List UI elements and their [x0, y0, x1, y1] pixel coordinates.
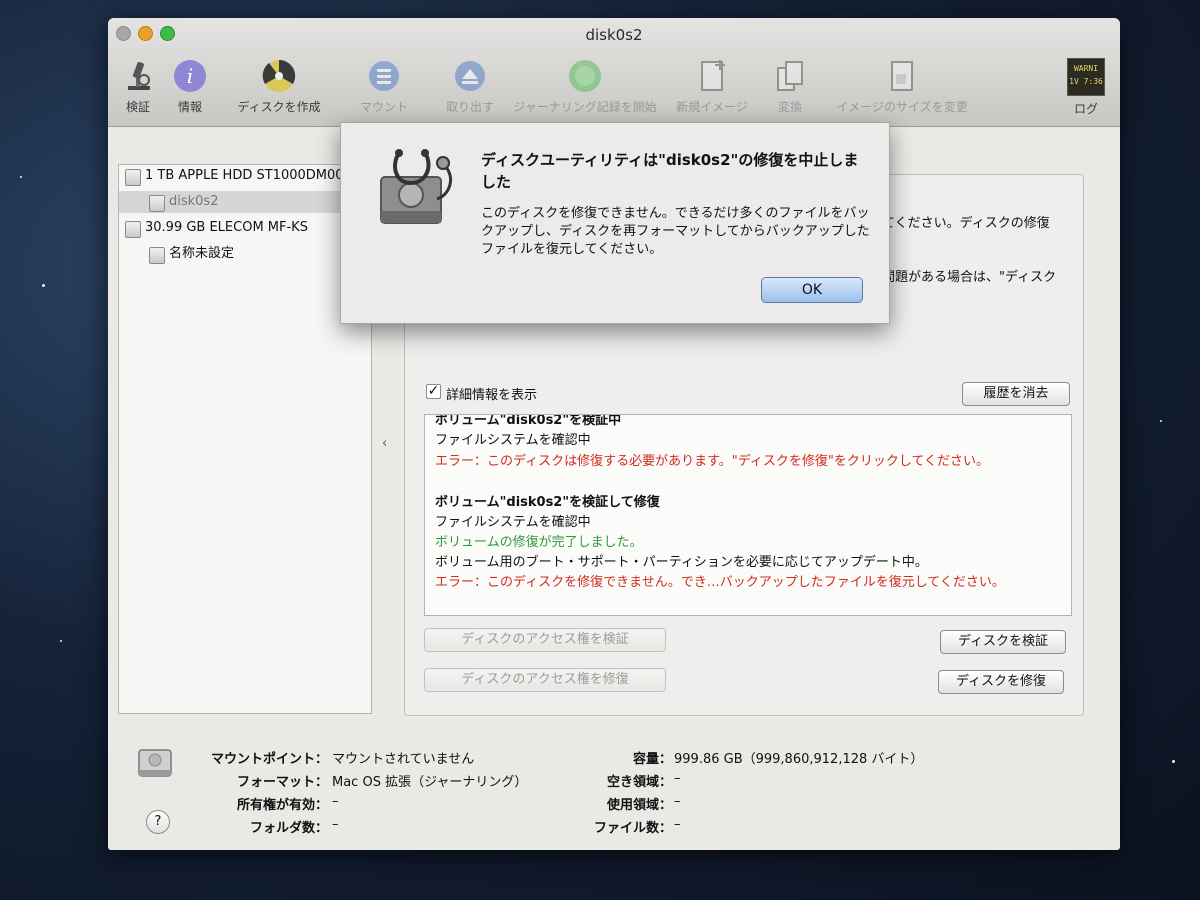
toolbar-label: ジャーナリング記録を開始 — [513, 100, 657, 114]
alert-title: ディスクユーティリティは"disk0s2"の修復を中止しました — [481, 151, 859, 191]
toolbar-label: 取り出す — [445, 100, 494, 114]
disk-utility-icon — [371, 143, 461, 233]
toolbar-label: 変換 — [777, 100, 802, 114]
repair-failed-alert: ディスクユーティリティは"disk0s2"の修復を中止しました このディスクを修… — [340, 122, 890, 324]
log-line: ボリューム"disk0s2"を検証して修復 — [435, 495, 660, 510]
background-star — [42, 284, 45, 287]
info-label: 所有権が有効： — [236, 798, 328, 813]
toolbar-resize-image-button[interactable]: イメージのサイズを変更 — [820, 58, 984, 115]
log-line: ファイルシステムを確認中 — [435, 515, 591, 530]
file-count-value: – — [674, 817, 681, 832]
toolbar-burn-button[interactable]: ディスクを作成 — [224, 58, 334, 115]
background-star — [1160, 420, 1162, 422]
hard-disk-icon — [125, 169, 141, 186]
first-aid-instructions-text: てください。ディスクの修復 — [882, 216, 1050, 231]
titlebar: disk0s2 検証 i 情報 ディスクを作成 マウント 取り出す ジャーナリン… — [108, 18, 1120, 127]
available-value: – — [674, 771, 681, 786]
info-icon: i — [172, 58, 208, 94]
toolbar-label: ログ — [1073, 102, 1098, 116]
toolbar-label: 情報 — [177, 100, 202, 114]
toolbar-label: マウント — [359, 100, 408, 114]
disk-label: disk0s2 — [169, 194, 219, 209]
help-button[interactable]: ? — [146, 810, 170, 834]
owners-enabled-value: – — [332, 794, 339, 809]
alert-message: このディスクを修復できません。できるだけ多くのファイルをバックアップし、ディスク… — [481, 206, 870, 257]
background-star — [60, 640, 62, 642]
disk-info-icon — [136, 744, 174, 782]
info-label: フォーマット： — [236, 775, 328, 790]
splitter-handle[interactable]: ‹ — [382, 436, 387, 451]
mount-icon — [366, 58, 402, 94]
volume-icon — [149, 195, 165, 212]
log-line-error: エラー：このディスクを修復できません。でき…バックアップしたファイルを復元してく… — [435, 575, 1005, 590]
log-line: ファイルシステムを確認中 — [435, 433, 591, 448]
window-title: disk0s2 — [585, 26, 643, 44]
disk-list-sidebar: 1 TB APPLE HDD ST1000DM003 disk0s2 30.99… — [118, 164, 372, 714]
burn-icon — [261, 58, 297, 94]
log-line: ボリューム"disk0s2"を検証中 — [435, 414, 622, 428]
disk-label: 名称未設定 — [169, 246, 235, 261]
info-label: 使用領域： — [606, 798, 672, 813]
toolbar-log-button[interactable]: WARNI 1V 7:36 ログ — [1064, 58, 1108, 117]
info-label: 空き領域： — [606, 775, 672, 790]
show-details-checkbox[interactable]: ✓ — [426, 384, 441, 399]
first-aid-log: ボリューム"disk0s2"を検証中 ファイルシステムを確認中 エラー：このディ… — [424, 414, 1072, 616]
log-icon-text: 1V 7:36 — [1069, 77, 1103, 86]
toolbar-verify-button[interactable]: 検証 — [118, 58, 158, 115]
toolbar-new-image-button[interactable]: 新規イメージ — [664, 58, 760, 115]
journal-icon — [567, 58, 603, 94]
disk-list-item[interactable]: 名称未設定 — [119, 243, 371, 265]
toolbar-label: 新規イメージ — [676, 100, 748, 114]
verify-permissions-button[interactable]: ディスクのアクセス権を検証 — [424, 628, 666, 652]
toolbar-label: 検証 — [125, 100, 150, 114]
svg-text:i: i — [187, 64, 193, 88]
disk-list-item[interactable]: 1 TB APPLE HDD ST1000DM003 — [119, 165, 371, 187]
microscope-icon — [120, 58, 156, 94]
disk-list-item[interactable]: 30.99 GB ELECOM MF-KS — [119, 217, 371, 239]
disk-label: 1 TB APPLE HDD ST1000DM003 — [145, 168, 352, 183]
info-label: マウントポイント： — [210, 752, 328, 767]
toolbar-journal-button[interactable]: ジャーナリング記録を開始 — [510, 58, 660, 115]
log-line-error: エラー：このディスクは修復する必要があります。"ディスクを修復"をクリックしてく… — [435, 454, 990, 469]
folder-count-value: – — [332, 817, 339, 832]
info-label: 容量： — [632, 752, 672, 767]
mount-point-value: マウントされていません — [332, 752, 475, 767]
hard-disk-icon — [125, 221, 141, 238]
log-console-icon: WARNI 1V 7:36 — [1067, 58, 1105, 96]
toolbar-convert-button[interactable]: 変換 — [764, 58, 816, 115]
disk-list-item-selected[interactable]: disk0s2 — [119, 191, 371, 213]
toolbar-label: ディスクを作成 — [237, 100, 321, 114]
volume-icon — [149, 247, 165, 264]
convert-icon — [772, 58, 808, 94]
log-line: ボリューム用のブート・サポート・パーティションを必要に応じてアップデート中。 — [435, 555, 928, 570]
toolbar-mount-button[interactable]: マウント — [352, 58, 416, 115]
disk-label: 30.99 GB ELECOM MF-KS — [145, 220, 308, 235]
info-label: ファイル数： — [593, 821, 672, 836]
clear-history-button[interactable]: 履歴を消去 — [962, 382, 1070, 406]
used-value: – — [674, 794, 681, 809]
verify-disk-button[interactable]: ディスクを検証 — [940, 630, 1066, 654]
ok-button[interactable]: OK — [761, 277, 863, 303]
new-image-icon — [694, 58, 730, 94]
repair-permissions-button[interactable]: ディスクのアクセス権を修復 — [424, 668, 666, 692]
log-line-success: ボリュームの修復が完了しました。 — [435, 535, 643, 550]
toolbar-eject-button[interactable]: 取り出す — [438, 58, 502, 115]
eject-icon — [452, 58, 488, 94]
toolbar-info-button[interactable]: i 情報 — [170, 58, 210, 115]
background-star — [20, 176, 22, 178]
info-label: フォルダ数： — [249, 821, 328, 836]
help-icon: ? — [154, 814, 162, 829]
format-value: Mac OS 拡張（ジャーナリング） — [332, 775, 528, 790]
log-icon-text: WARNI — [1073, 64, 1099, 73]
first-aid-instructions-text: 問題がある場合は、"ディスク — [882, 270, 1057, 285]
toolbar-label: イメージのサイズを変更 — [836, 100, 968, 114]
capacity-value: 999.86 GB（999,860,912,128 バイト） — [674, 752, 924, 767]
background-star — [1172, 760, 1175, 763]
show-details-label: 詳細情報を表示 — [446, 388, 538, 403]
repair-disk-button[interactable]: ディスクを修復 — [938, 670, 1064, 694]
resize-image-icon — [884, 58, 920, 94]
